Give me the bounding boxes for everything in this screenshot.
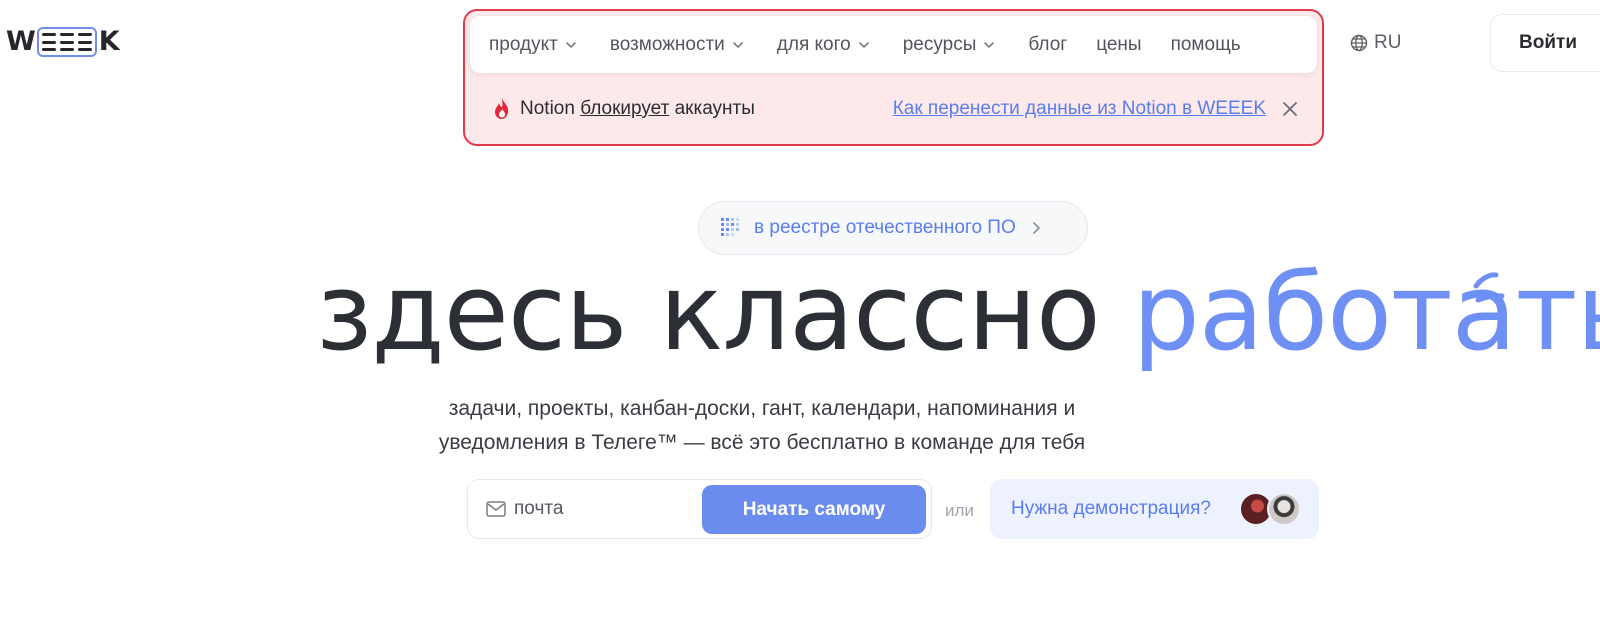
sparkle-lines-icon	[1473, 272, 1505, 303]
banner-text-underlined[interactable]: блокирует	[580, 98, 669, 119]
nav-item-help[interactable]: помощь	[1171, 34, 1241, 56]
globe-icon	[1350, 34, 1368, 52]
banner-text-after: аккаунты	[669, 98, 755, 119]
chevron-down-icon	[858, 41, 869, 48]
logo-letter-w: W	[6, 26, 36, 57]
email-input[interactable]	[514, 498, 684, 520]
logo-letter-k: K	[98, 26, 120, 57]
nav-item-product[interactable]: продукт	[489, 34, 578, 56]
nav-item-label: возможности	[609, 33, 725, 55]
language-label: RU	[1374, 32, 1402, 53]
nav-item-for-whom[interactable]: для кого	[777, 34, 871, 56]
nav-item-features[interactable]: возможности	[610, 34, 745, 56]
language-selector[interactable]: RU	[1350, 32, 1401, 54]
start-button[interactable]: Начать самому	[702, 485, 926, 534]
hero: здесь классно работать	[0, 258, 1600, 378]
chevron-down-icon	[732, 41, 743, 48]
chevron-right-icon	[1032, 222, 1040, 234]
banner-text-before: Notion	[520, 98, 581, 119]
hero-subtitle-line-1: задачи, проекты, канбан-доски, гант, кал…	[448, 397, 1076, 420]
avatar-group	[1239, 492, 1305, 526]
avatar	[1267, 492, 1301, 526]
hero-title-accent: работать	[1132, 251, 1600, 374]
logo-e-box	[36, 27, 97, 57]
demo-request-button[interactable]: Нужна демонстрация?	[990, 479, 1319, 539]
nav-highlight-container: продукт возможности для кого ресурсы бло…	[463, 9, 1324, 146]
email-signup-form: Начать самому	[467, 479, 932, 539]
close-icon[interactable]	[1282, 101, 1298, 117]
main-nav: продукт возможности для кого ресурсы бло…	[470, 16, 1317, 73]
nav-item-label: для кого	[776, 33, 851, 55]
banner-message: Notion блокирует аккаунты	[520, 98, 755, 120]
demo-label: Нужна демонстрация?	[1011, 498, 1211, 519]
hero-subtitle: задачи, проекты, канбан-доски, гант, кал…	[0, 392, 1600, 460]
login-button[interactable]: Войти	[1490, 14, 1600, 72]
nav-item-label: помощь	[1170, 33, 1241, 55]
nav-item-blog[interactable]: блог	[1028, 34, 1067, 56]
dots-matrix-icon	[721, 218, 739, 236]
notion-banner: Notion блокирует аккаунты Как перенести …	[492, 94, 1298, 124]
or-separator: или	[945, 501, 974, 520]
hero-subtitle-line-2: уведомления в Телеге™ — всё это бесплатн…	[438, 431, 1086, 454]
nav-item-resources[interactable]: ресурсы	[903, 34, 997, 56]
registry-badge[interactable]: в реестре отечественного ПО	[698, 201, 1088, 255]
registry-label: в реестре отечественного ПО	[754, 217, 1016, 238]
nav-item-prices[interactable]: цены	[1096, 34, 1141, 56]
nav-item-label: блог	[1028, 33, 1068, 55]
nav-item-label: цены	[1096, 33, 1142, 55]
hero-title-main: здесь классно	[316, 251, 1133, 374]
chevron-down-icon	[984, 41, 995, 48]
banner-migration-link[interactable]: Как перенести данные из Notion в WEEEK	[893, 98, 1266, 120]
nav-item-label: продукт	[489, 33, 558, 55]
nav-item-label: ресурсы	[902, 33, 977, 55]
mail-icon	[486, 501, 506, 517]
chevron-down-icon	[566, 41, 576, 48]
hero-title: здесь классно работать	[316, 258, 1600, 368]
weeek-logo[interactable]: W K	[6, 26, 120, 58]
fire-icon	[495, 98, 509, 119]
